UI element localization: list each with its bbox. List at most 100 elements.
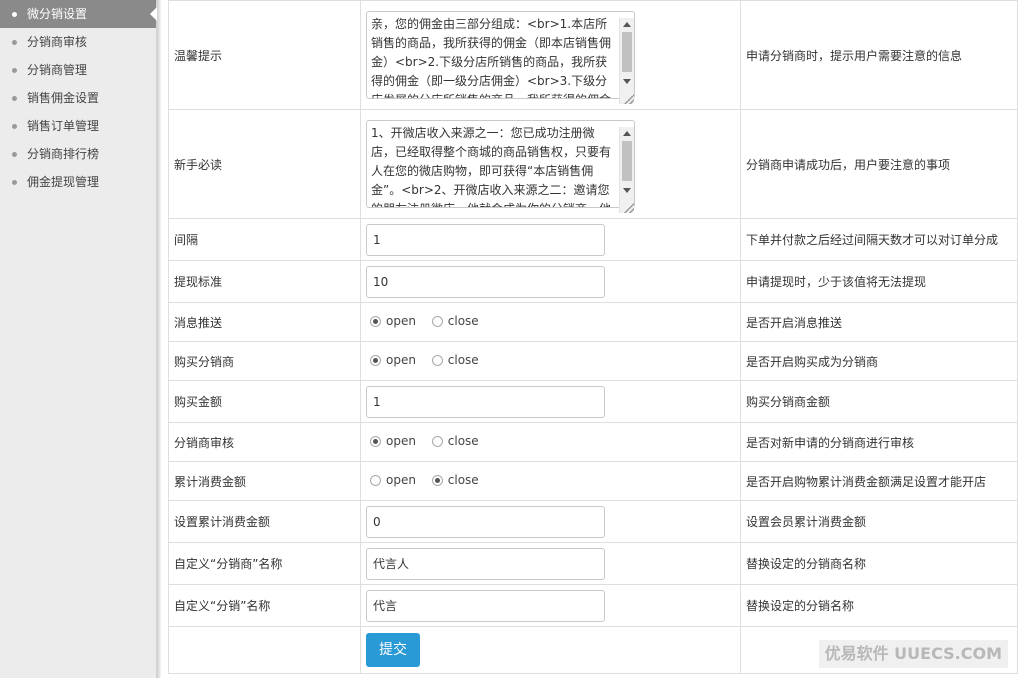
interval-input[interactable]	[366, 223, 605, 256]
sidebar-item-label: 分销商审核	[27, 35, 88, 49]
bullet-icon	[12, 68, 17, 73]
radio-checked-icon	[370, 354, 381, 366]
form-row-beginner-guide: 新手必读 1、开微店收入来源之一：您已成功注册微店，已经取得整个商城的商品销售权…	[168, 109, 1018, 219]
sidebar-item-distribution-settings[interactable]: 微分销设置	[0, 0, 157, 28]
sidebar-item-commission-settings[interactable]: 销售佣金设置	[0, 84, 156, 112]
form-row-set-cumulative-spend: 设置累计消费金额 设置会员累计消费金额	[168, 500, 1018, 543]
field-hint: 申请分销商时，提示用户需要注意的信息	[740, 0, 1018, 110]
radio-unchecked-icon	[431, 435, 443, 447]
field-hint: 设置会员累计消费金额	[740, 500, 1018, 543]
field-label: 累计消费金额	[168, 461, 361, 501]
radio-checked-icon	[370, 315, 381, 327]
tips-textarea[interactable]: 亲，您的佣金由三部分组成：<br>1.本店所销售的商品，我所获得的佣金（即本店销…	[366, 11, 635, 99]
radio-checked-icon	[431, 474, 443, 486]
field-hint: 是否开启消息推送	[740, 302, 1018, 342]
radio-close[interactable]: close	[428, 353, 479, 367]
field-label: 间隔	[168, 218, 361, 261]
field-hint: 下单并付款之后经过间隔天数才可以对订单分成	[740, 218, 1018, 261]
field-hint: 是否开启购物累计消费金额满足设置才能开店	[740, 461, 1018, 501]
radio-label: open	[386, 353, 416, 368]
bullet-icon	[12, 40, 17, 45]
watermark-logo: 优易软件 UUECS.COM	[818, 640, 1008, 668]
radio-label: open	[386, 314, 416, 329]
sidebar-item-withdrawal-management[interactable]: 佣金提现管理	[0, 168, 156, 196]
form-row-cumulative-spend: 累计消费金额 open close 是否开启购物累计消费金额满足设置才能开店	[168, 461, 1018, 501]
bullet-icon	[12, 12, 17, 17]
sidebar-item-label: 分销商管理	[27, 63, 88, 77]
cumulative-spend-input[interactable]	[366, 505, 605, 538]
sidebar-item-label: 佣金提现管理	[27, 175, 100, 189]
sidebar-item-distributor-management[interactable]: 分销商管理	[0, 56, 156, 84]
field-label: 温馨提示	[168, 0, 361, 110]
radio-open[interactable]: open	[366, 314, 416, 328]
form-row-buy-distributor: 购买分销商 open close 是否开启购买成为分销商	[168, 341, 1018, 381]
scroll-up-icon	[623, 131, 631, 136]
submit-button[interactable]: 提交	[366, 633, 420, 667]
scroll-thumb[interactable]	[622, 32, 632, 72]
radio-label: close	[447, 353, 479, 368]
form-row-buy-amount: 购买金额 购买分销商金额	[168, 380, 1018, 423]
resize-grip-icon[interactable]	[624, 203, 634, 213]
scroll-up-icon	[623, 22, 631, 27]
resize-grip-icon[interactable]	[624, 94, 634, 104]
field-label: 新手必读	[168, 109, 361, 219]
radio-label: open	[386, 434, 416, 449]
field-label: 购买分销商	[168, 341, 361, 381]
distribution-name-input[interactable]	[366, 589, 605, 622]
bullet-icon	[12, 96, 17, 101]
sidebar-item-distributor-ranking[interactable]: 分销商排行榜	[0, 140, 156, 168]
scroll-down-icon	[623, 188, 631, 193]
beginner-guide-textarea[interactable]: 1、开微店收入来源之一：您已成功注册微店，已经取得整个商城的商品销售权，只要有人…	[366, 120, 635, 208]
radio-open[interactable]: open	[366, 434, 416, 448]
sidebar-item-distributor-review[interactable]: 分销商审核	[0, 28, 156, 56]
scroll-down-icon	[623, 79, 631, 84]
sidebar-divider	[157, 0, 161, 678]
field-label: 购买金额	[168, 380, 361, 423]
bullet-icon	[12, 152, 17, 157]
radio-label: close	[447, 473, 479, 488]
radio-close[interactable]: close	[428, 434, 479, 448]
field-label: 自定义“分销商”名称	[168, 542, 361, 585]
withdraw-standard-input[interactable]	[366, 265, 605, 298]
sidebar-item-label: 销售佣金设置	[27, 91, 100, 105]
field-hint: 替换设定的分销商名称	[740, 542, 1018, 585]
radio-label: close	[447, 434, 479, 449]
form-row-custom-distributor-name: 自定义“分销商”名称 替换设定的分销商名称	[168, 542, 1018, 585]
radio-unchecked-icon	[370, 474, 381, 486]
field-hint: 替换设定的分销名称	[740, 584, 1018, 627]
bullet-icon	[12, 180, 17, 185]
form-row-distributor-review: 分销商审核 open close 是否对新申请的分销商进行审核	[168, 422, 1018, 462]
radio-close[interactable]: close	[428, 314, 479, 328]
field-hint: 是否对新申请的分销商进行审核	[740, 422, 1018, 462]
buy-amount-input[interactable]	[366, 385, 605, 418]
form-row-interval: 间隔 下单并付款之后经过间隔天数才可以对订单分成	[168, 218, 1018, 261]
field-label: 自定义“分销”名称	[168, 584, 361, 627]
textarea-scrollbar[interactable]	[619, 127, 634, 213]
form-row-tips: 温馨提示 亲，您的佣金由三部分组成：<br>1.本店所销售的商品，我所获得的佣金…	[168, 0, 1018, 110]
form-row-custom-distribution-name: 自定义“分销”名称 替换设定的分销名称	[168, 584, 1018, 627]
radio-label: close	[447, 314, 479, 329]
field-hint: 申请提现时，少于该值将无法提现	[740, 260, 1018, 303]
radio-label: open	[386, 473, 416, 488]
sidebar-item-label: 微分销设置	[27, 7, 88, 21]
form-row-message-push: 消息推送 open close 是否开启消息推送	[168, 302, 1018, 342]
scroll-thumb[interactable]	[622, 141, 632, 181]
bullet-icon	[12, 124, 17, 129]
sidebar-nav: 微分销设置 分销商审核 分销商管理 销售佣金设置 销售订单管理 分销商排行榜 佣…	[0, 0, 157, 678]
field-hint: 分销商申请成功后，用户要注意的事项	[740, 109, 1018, 219]
field-hint: 是否开启购买成为分销商	[740, 341, 1018, 381]
form-row-withdraw-standard: 提现标准 申请提现时，少于该值将无法提现	[168, 260, 1018, 303]
field-hint: 购买分销商金额	[740, 380, 1018, 423]
field-label: 提现标准	[168, 260, 361, 303]
radio-checked-icon	[370, 435, 381, 447]
sidebar-item-order-management[interactable]: 销售订单管理	[0, 112, 156, 140]
textarea-scrollbar[interactable]	[619, 18, 634, 104]
radio-open[interactable]: open	[366, 353, 416, 367]
radio-open[interactable]: open	[366, 473, 416, 487]
field-label: 分销商审核	[168, 422, 361, 462]
distributor-name-input[interactable]	[366, 547, 605, 580]
radio-unchecked-icon	[431, 354, 443, 366]
radio-close[interactable]: close	[428, 473, 479, 487]
field-label: 消息推送	[168, 302, 361, 342]
settings-form: 温馨提示 亲，您的佣金由三部分组成：<br>1.本店所销售的商品，我所获得的佣金…	[168, 0, 1018, 674]
